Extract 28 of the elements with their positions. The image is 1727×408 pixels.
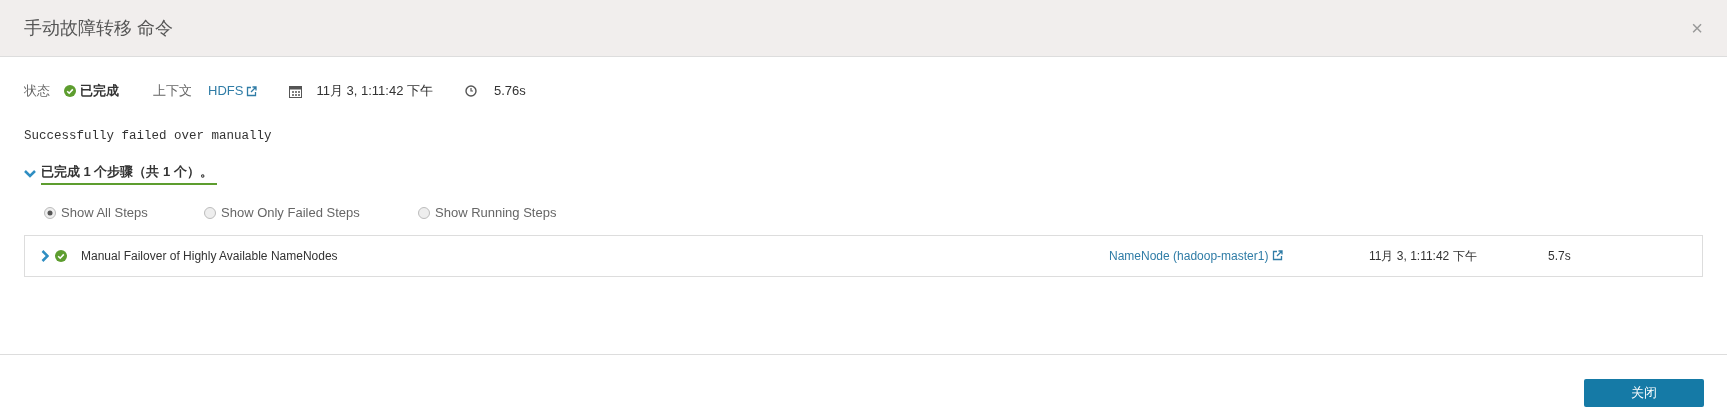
- check-circle-icon: [55, 249, 67, 262]
- check-circle-icon: [64, 85, 76, 97]
- date-text: 11月 3, 1:11:42 下午: [316, 82, 433, 101]
- step-name: Manual Failover of Highly Available NameNodes: [81, 247, 339, 265]
- radio-label[interactable]: Show Running Steps: [435, 203, 557, 223]
- context-link[interactable]: HDFS: [208, 81, 258, 101]
- step-duration: 5.7s: [1548, 247, 1571, 265]
- external-link-icon: [246, 85, 258, 97]
- status-label: 状态: [24, 82, 50, 101]
- role-link[interactable]: NameNode (hadoop-master1): [1109, 246, 1369, 265]
- duration-text: 5.76s: [494, 82, 526, 101]
- steps-summary[interactable]: 已完成 1 个步骤（共 1 个）。: [41, 161, 217, 186]
- calendar-icon: [289, 84, 303, 98]
- step-time: 11月 3, 1:11:42 下午: [1369, 247, 1478, 265]
- radio-button[interactable]: [418, 207, 430, 219]
- radio-label[interactable]: Show Only Failed Steps: [221, 203, 360, 223]
- radio-label[interactable]: Show All Steps: [61, 203, 148, 223]
- status-text: 已完成: [80, 82, 119, 101]
- close-dialog-button[interactable]: 关闭: [1584, 379, 1704, 407]
- chevron-right-icon[interactable]: [41, 249, 49, 262]
- result-message: Successfully failed over manually: [24, 128, 273, 145]
- external-link-icon: [1272, 250, 1284, 262]
- radio-button[interactable]: [204, 207, 216, 219]
- chevron-down-icon[interactable]: [24, 168, 36, 179]
- clock-icon: [465, 85, 477, 97]
- dialog-title: 手动故障转移 命令: [24, 16, 173, 40]
- context-label: 上下文: [153, 82, 192, 101]
- radio-button[interactable]: [44, 207, 56, 219]
